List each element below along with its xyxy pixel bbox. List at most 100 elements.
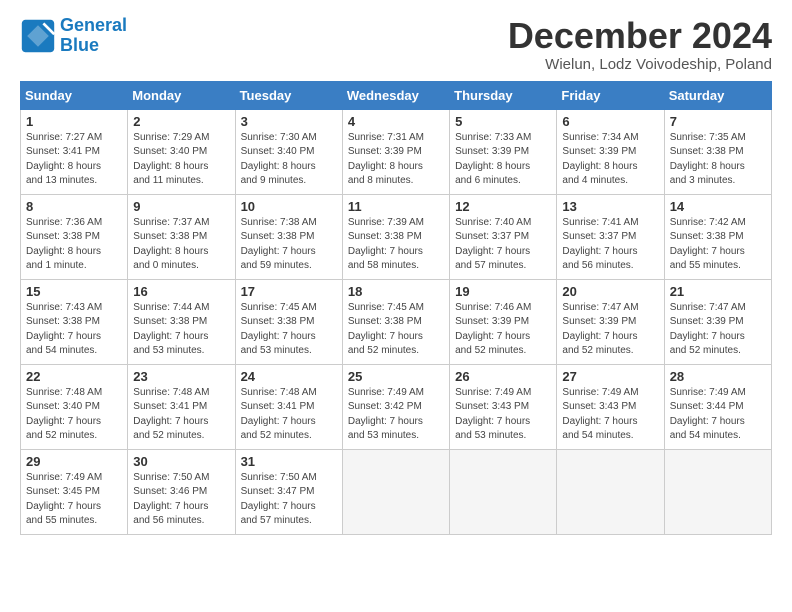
day-number: 30 — [133, 454, 229, 469]
day-info: Sunrise: 7:49 AM Sunset: 3:44 PM Dayligh… — [670, 386, 766, 444]
day-number: 25 — [348, 369, 444, 384]
day-number: 31 — [241, 454, 337, 469]
logo-text: General Blue — [60, 16, 127, 56]
calendar-cell: 30 Sunrise: 7:50 AM Sunset: 3:46 PM Dayli… — [128, 449, 235, 534]
day-number: 26 — [455, 369, 551, 384]
day-info: Sunrise: 7:42 AM Sunset: 3:38 PM Dayligh… — [670, 216, 766, 274]
day-number: 13 — [562, 199, 658, 214]
calendar-cell: 4Sunrise: 7:31 AM Sunset: 3:39 PM Daylig… — [342, 109, 449, 194]
day-info: Sunrise: 7:35 AM Sunset: 3:38 PM Dayligh… — [670, 131, 766, 189]
day-info: Sunrise: 7:27 AM Sunset: 3:41 PM Dayligh… — [26, 131, 122, 189]
day-number: 27 — [562, 369, 658, 384]
calendar-cell: 11 Sunrise: 7:39 AM Sunset: 3:38 PM Dayli… — [342, 194, 449, 279]
calendar-cell: 26 Sunrise: 7:49 AM Sunset: 3:43 PM Dayli… — [450, 364, 557, 449]
location-subtitle: Wielun, Lodz Voivodeship, Poland — [508, 56, 772, 73]
logo-line2: Blue — [60, 35, 99, 55]
calendar-cell: 14 Sunrise: 7:42 AM Sunset: 3:38 PM Dayli… — [664, 194, 771, 279]
day-number: 11 — [348, 199, 444, 214]
day-info: Sunrise: 7:34 AM Sunset: 3:39 PM Dayligh… — [562, 131, 658, 189]
day-info: Sunrise: 7:47 AM Sunset: 3:39 PM Dayligh… — [670, 301, 766, 359]
day-number: 28 — [670, 369, 766, 384]
calendar-cell: 12Sunrise: 7:40 AM Sunset: 3:37 PM Dayli… — [450, 194, 557, 279]
logo: General Blue — [20, 16, 127, 56]
calendar-cell — [450, 449, 557, 534]
day-info: Sunrise: 7:47 AM Sunset: 3:39 PM Dayligh… — [562, 301, 658, 359]
calendar-cell: 15 Sunrise: 7:43 AM Sunset: 3:38 PM Dayli… — [21, 279, 128, 364]
day-number: 2 — [133, 114, 229, 129]
day-info: Sunrise: 7:50 AM Sunset: 3:46 PM Dayligh… — [133, 471, 229, 529]
day-number: 3 — [241, 114, 337, 129]
day-info: Sunrise: 7:43 AM Sunset: 3:38 PM Dayligh… — [26, 301, 122, 359]
calendar-cell: 9 Sunrise: 7:37 AM Sunset: 3:38 PM Daylig… — [128, 194, 235, 279]
calendar-cell: 8 Sunrise: 7:36 AM Sunset: 3:38 PM Daylig… — [21, 194, 128, 279]
calendar-cell: 7 Sunrise: 7:35 AM Sunset: 3:38 PM Daylig… — [664, 109, 771, 194]
day-info: Sunrise: 7:31 AM Sunset: 3:39 PM Dayligh… — [348, 131, 444, 189]
day-info: Sunrise: 7:39 AM Sunset: 3:38 PM Dayligh… — [348, 216, 444, 274]
day-number: 17 — [241, 284, 337, 299]
calendar-cell: 21 Sunrise: 7:47 AM Sunset: 3:39 PM Dayli… — [664, 279, 771, 364]
calendar-cell: 31Sunrise: 7:50 AM Sunset: 3:47 PM Dayli… — [235, 449, 342, 534]
day-info: Sunrise: 7:48 AM Sunset: 3:41 PM Dayligh… — [133, 386, 229, 444]
day-number: 1 — [26, 114, 122, 129]
day-number: 7 — [670, 114, 766, 129]
logo-line1: General — [60, 15, 127, 35]
day-info: Sunrise: 7:46 AM Sunset: 3:39 PM Dayligh… — [455, 301, 551, 359]
page-header: General Blue December 2024 Wielun, Lodz … — [20, 16, 772, 73]
day-info: Sunrise: 7:33 AM Sunset: 3:39 PM Dayligh… — [455, 131, 551, 189]
day-number: 21 — [670, 284, 766, 299]
calendar-cell: 20 Sunrise: 7:47 AM Sunset: 3:39 PM Dayli… — [557, 279, 664, 364]
calendar-cell: 5 Sunrise: 7:33 AM Sunset: 3:39 PM Daylig… — [450, 109, 557, 194]
weekday-header-saturday: Saturday — [664, 81, 771, 109]
day-info: Sunrise: 7:48 AM Sunset: 3:40 PM Dayligh… — [26, 386, 122, 444]
day-info: Sunrise: 7:49 AM Sunset: 3:43 PM Dayligh… — [455, 386, 551, 444]
calendar-cell: 22 Sunrise: 7:48 AM Sunset: 3:40 PM Dayli… — [21, 364, 128, 449]
day-number: 14 — [670, 199, 766, 214]
day-info: Sunrise: 7:45 AM Sunset: 3:38 PM Dayligh… — [348, 301, 444, 359]
calendar-cell: 25Sunrise: 7:49 AM Sunset: 3:42 PM Dayli… — [342, 364, 449, 449]
day-number: 24 — [241, 369, 337, 384]
calendar-cell: 19Sunrise: 7:46 AM Sunset: 3:39 PM Dayli… — [450, 279, 557, 364]
calendar-week-1: 1 Sunrise: 7:27 AM Sunset: 3:41 PM Daylig… — [21, 109, 772, 194]
day-number: 9 — [133, 199, 229, 214]
weekday-header-monday: Monday — [128, 81, 235, 109]
day-number: 10 — [241, 199, 337, 214]
calendar-cell: 2 Sunrise: 7:29 AM Sunset: 3:40 PM Daylig… — [128, 109, 235, 194]
day-info: Sunrise: 7:36 AM Sunset: 3:38 PM Dayligh… — [26, 216, 122, 274]
weekday-header-thursday: Thursday — [450, 81, 557, 109]
calendar-cell: 29Sunrise: 7:49 AM Sunset: 3:45 PM Dayli… — [21, 449, 128, 534]
day-number: 5 — [455, 114, 551, 129]
day-info: Sunrise: 7:48 AM Sunset: 3:41 PM Dayligh… — [241, 386, 337, 444]
calendar-cell: 23 Sunrise: 7:48 AM Sunset: 3:41 PM Dayli… — [128, 364, 235, 449]
day-number: 15 — [26, 284, 122, 299]
day-info: Sunrise: 7:40 AM Sunset: 3:37 PM Dayligh… — [455, 216, 551, 274]
logo-icon — [20, 18, 56, 54]
day-number: 8 — [26, 199, 122, 214]
weekday-header-friday: Friday — [557, 81, 664, 109]
title-area: December 2024 Wielun, Lodz Voivodeship, … — [508, 16, 772, 73]
calendar-cell — [664, 449, 771, 534]
calendar-cell: 10Sunrise: 7:38 AM Sunset: 3:38 PM Dayli… — [235, 194, 342, 279]
weekday-header-row: SundayMondayTuesdayWednesdayThursdayFrid… — [21, 81, 772, 109]
calendar-week-3: 15 Sunrise: 7:43 AM Sunset: 3:38 PM Dayli… — [21, 279, 772, 364]
day-info: Sunrise: 7:29 AM Sunset: 3:40 PM Dayligh… — [133, 131, 229, 189]
day-number: 16 — [133, 284, 229, 299]
calendar-cell: 6Sunrise: 7:34 AM Sunset: 3:39 PM Daylig… — [557, 109, 664, 194]
calendar-cell: 17Sunrise: 7:45 AM Sunset: 3:38 PM Dayli… — [235, 279, 342, 364]
calendar-week-5: 29Sunrise: 7:49 AM Sunset: 3:45 PM Dayli… — [21, 449, 772, 534]
day-info: Sunrise: 7:37 AM Sunset: 3:38 PM Dayligh… — [133, 216, 229, 274]
weekday-header-wednesday: Wednesday — [342, 81, 449, 109]
day-number: 23 — [133, 369, 229, 384]
calendar-cell: 27 Sunrise: 7:49 AM Sunset: 3:43 PM Dayli… — [557, 364, 664, 449]
calendar-cell: 24 Sunrise: 7:48 AM Sunset: 3:41 PM Dayli… — [235, 364, 342, 449]
calendar-cell: 3 Sunrise: 7:30 AM Sunset: 3:40 PM Daylig… — [235, 109, 342, 194]
calendar-cell: 13Sunrise: 7:41 AM Sunset: 3:37 PM Dayli… — [557, 194, 664, 279]
day-info: Sunrise: 7:49 AM Sunset: 3:43 PM Dayligh… — [562, 386, 658, 444]
calendar-cell: 28 Sunrise: 7:49 AM Sunset: 3:44 PM Dayli… — [664, 364, 771, 449]
calendar-table: SundayMondayTuesdayWednesdayThursdayFrid… — [20, 81, 772, 535]
month-title: December 2024 — [508, 16, 772, 56]
weekday-header-tuesday: Tuesday — [235, 81, 342, 109]
day-number: 22 — [26, 369, 122, 384]
calendar-cell: 1 Sunrise: 7:27 AM Sunset: 3:41 PM Daylig… — [21, 109, 128, 194]
day-info: Sunrise: 7:30 AM Sunset: 3:40 PM Dayligh… — [241, 131, 337, 189]
day-number: 20 — [562, 284, 658, 299]
